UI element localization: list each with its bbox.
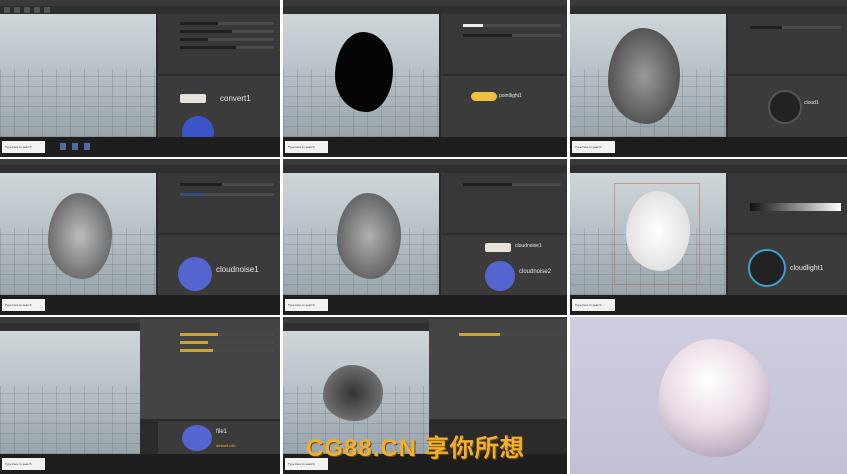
taskbar: Type here to search <box>570 295 847 315</box>
cloudnoise2-node-label: cloudnoise2 <box>519 269 552 275</box>
pointlight-node[interactable] <box>471 92 497 101</box>
taskbar: Type here to search <box>0 137 280 157</box>
cloud-node-label: cloud1 <box>804 100 819 106</box>
file-node-path: default.vdb <box>216 443 236 448</box>
parameter-pane[interactable] <box>158 173 280 233</box>
network-editor[interactable]: cloudnoise1 cloudnoise2 <box>441 235 567 295</box>
parameter-pane[interactable] <box>441 14 567 74</box>
taskbar-search[interactable]: Type here to search <box>285 299 328 311</box>
noisy-cloud <box>337 193 401 279</box>
cloudnoise1-node[interactable] <box>485 243 511 252</box>
scene-viewport[interactable] <box>0 14 156 137</box>
taskbar-search[interactable]: Type here to search <box>2 299 45 311</box>
taskbar-search[interactable]: Type here to search <box>2 141 45 153</box>
scene-viewport[interactable] <box>0 173 156 295</box>
convert-node[interactable] <box>180 94 206 103</box>
white-cloud <box>626 191 690 271</box>
parameter-pane[interactable] <box>728 173 847 233</box>
scene-viewport[interactable] <box>570 14 726 137</box>
taskbar: Type here to search <box>0 454 280 474</box>
cloud-node-dial-icon[interactable] <box>768 90 802 124</box>
taskbar-search[interactable]: Type here to search <box>572 299 615 311</box>
panel-cloudlight: cloudlight1 Type here to search <box>570 159 847 315</box>
rendered-pink-cloud <box>658 339 770 457</box>
network-editor[interactable]: convert1 <box>158 76 280 148</box>
shelf-toolbar[interactable] <box>283 165 567 173</box>
taskbar: Type here to search <box>570 137 847 157</box>
file-browser-dialog[interactable] <box>429 319 567 419</box>
shelf-toolbar[interactable] <box>570 165 847 173</box>
cloudnoise-node-dial-icon[interactable] <box>178 257 212 291</box>
taskbar-search[interactable]: Type here to search <box>285 141 328 153</box>
panel-pointlight: pointlight1 Type here to search <box>283 0 567 157</box>
taskbar-search[interactable]: Type here to search <box>572 141 615 153</box>
scene-viewport[interactable] <box>570 173 726 295</box>
network-editor[interactable]: cloud1 <box>728 76 847 137</box>
noisy-cloud <box>48 193 112 279</box>
shelf-toolbar[interactable] <box>0 165 280 173</box>
panel-cloudnoise: cloudnoise1 Type here to search <box>0 159 280 315</box>
shelf-toolbar[interactable] <box>0 6 280 14</box>
cloudlight-node-dial-icon[interactable] <box>748 249 786 287</box>
scene-viewport[interactable] <box>283 173 439 295</box>
cloudnoise1-node-label: cloudnoise1 <box>515 243 542 249</box>
cloudnoise-node-label: cloudnoise1 <box>216 265 259 274</box>
file-node-dial-icon[interactable] <box>182 425 212 451</box>
parameter-pane[interactable] <box>728 14 847 74</box>
taskbar: Type here to search <box>283 295 567 315</box>
dark-smoke-cloud <box>323 365 383 421</box>
panel-cloudnoise2: cloudnoise1 cloudnoise2 Type here to sea… <box>283 159 567 315</box>
taskbar-search[interactable]: Type here to search <box>2 458 45 470</box>
convert-node-label: convert1 <box>220 94 251 103</box>
parameter-pane[interactable] <box>441 173 567 233</box>
network-editor[interactable]: file1 default.vdb <box>158 421 280 454</box>
pointlight-node-label: pointlight1 <box>499 93 522 99</box>
panel-file: file1 default.vdb Type here to search <box>0 317 280 474</box>
gray-cloud <box>608 28 680 124</box>
tutorial-collage: convert1 Type here to search pointlight1… <box>0 0 847 474</box>
network-editor[interactable]: cloudlight1 <box>728 235 847 295</box>
black-cloud-silhouette <box>335 32 393 112</box>
file-browser-dialog[interactable] <box>140 319 280 419</box>
scene-viewport[interactable] <box>283 14 439 137</box>
panel-convert: convert1 Type here to search <box>0 0 280 157</box>
scene-viewport[interactable] <box>0 331 140 454</box>
taskbar: Type here to search <box>0 295 280 315</box>
panel-final-render <box>570 317 847 474</box>
network-editor[interactable]: cloudnoise1 <box>158 235 280 295</box>
network-editor[interactable]: pointlight1 <box>441 76 567 137</box>
site-watermark: CG88.CN 享你所想 <box>306 435 525 462</box>
parameter-pane[interactable] <box>158 14 280 74</box>
cloudlight-node-label: cloudlight1 <box>790 265 824 272</box>
cloudnoise2-node-dial-icon[interactable] <box>485 261 515 291</box>
taskbar: Type here to search <box>283 137 567 157</box>
shelf-toolbar[interactable] <box>570 6 847 14</box>
shelf-toolbar[interactable] <box>283 6 567 14</box>
panel-cloud: cloud1 Type here to search <box>570 0 847 157</box>
file-node-label: file1 <box>216 429 228 435</box>
